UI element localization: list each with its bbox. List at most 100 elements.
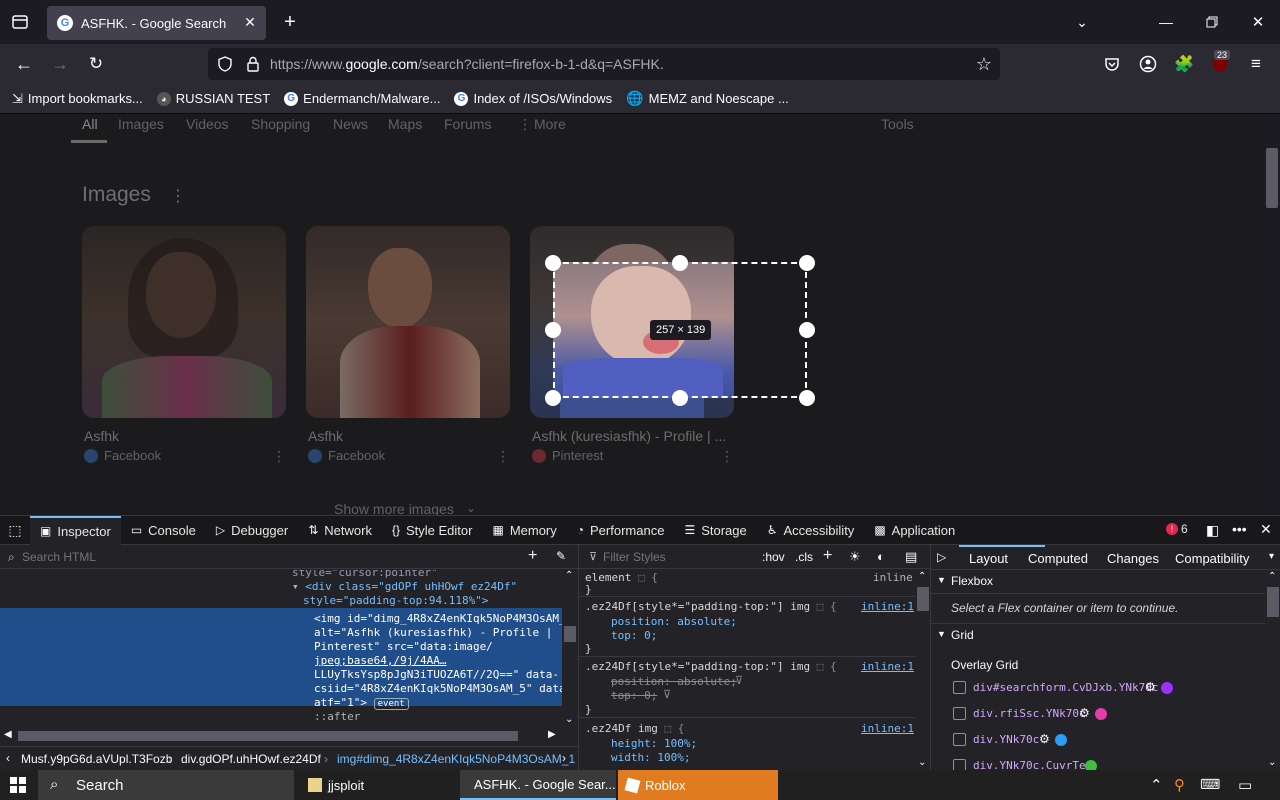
keyboard-icon[interactable]: ⌨ — [1200, 776, 1220, 793]
image-result-source[interactable]: Facebook — [328, 448, 385, 463]
devtools-tab-application[interactable]: ▩ Application — [864, 516, 965, 545]
collapse-icon[interactable]: ▼ — [937, 575, 946, 585]
google-tab-more[interactable]: More — [534, 116, 566, 132]
lock-icon[interactable] — [244, 55, 262, 73]
google-tab-all[interactable]: All — [82, 116, 98, 132]
taskbar-item-firefox[interactable]: ASFHK. - Google Sear... — [460, 770, 616, 800]
scroll-left-icon[interactable]: ◀ — [4, 729, 12, 740]
resize-handle[interactable] — [799, 255, 815, 271]
show-hidden-icons-icon[interactable]: ⌃ — [1150, 776, 1163, 794]
grid-checkbox[interactable] — [953, 707, 966, 720]
image-result-title[interactable]: Asfhk — [308, 428, 343, 444]
restore-icon[interactable] — [1202, 12, 1222, 32]
devtools-tab-accessibility[interactable]: ♿ Accessibility — [757, 516, 865, 545]
collapse-icon[interactable]: ▼ — [937, 629, 946, 639]
devtools-tab-inspector[interactable]: ▣ Inspector — [30, 515, 121, 545]
breadcrumb-item-active[interactable]: img#dimg_4R8xZ4enKIqk5NoP4M3OsAM_1 — [337, 752, 575, 766]
resize-handle[interactable] — [545, 255, 561, 271]
light-theme-icon[interactable]: ☀ — [849, 549, 861, 565]
dark-theme-icon[interactable]: ◐ — [877, 549, 885, 564]
breadcrumb-right-icon[interactable]: › — [562, 751, 566, 765]
scroll-right-icon[interactable]: ▶ — [548, 729, 556, 740]
markup-line[interactable]: style="padding-top:94.118%"> — [303, 594, 488, 607]
devtools-tab-storage[interactable]: ☰ Storage — [674, 516, 756, 545]
rule-source-link[interactable]: inline:1 — [861, 722, 914, 735]
image-result-source[interactable]: Facebook — [104, 448, 161, 463]
rule-source-link[interactable]: inline:1 — [861, 660, 914, 673]
google-tab-videos[interactable]: Videos — [186, 116, 229, 132]
breadcrumb-item[interactable]: Musf.y9pG6d.aVUpl.T3Fozb — [21, 752, 172, 766]
image-result-2[interactable] — [306, 226, 510, 418]
rule-declaration[interactable]: width: 100%; — [611, 751, 690, 764]
url-bar[interactable]: https://www.google.com/search?client=fir… — [208, 48, 1000, 80]
toggle-pane-icon[interactable]: ▷ — [937, 550, 946, 564]
show-more-images[interactable]: Show more images — [334, 501, 454, 515]
url-text[interactable]: https://www.google.com/search?client=fir… — [270, 56, 664, 72]
list-tabs-icon[interactable]: ⌄ — [1072, 12, 1092, 32]
resize-handle[interactable] — [672, 255, 688, 271]
selected-node[interactable]: <img id="dimg_4R8xZ4enKIqk5NoP4M3OsAM_1"… — [0, 608, 562, 710]
resize-handle[interactable] — [545, 390, 561, 406]
chevron-down-icon[interactable]: ▾ — [1269, 551, 1274, 562]
tab-overview-icon[interactable] — [10, 12, 30, 32]
reload-icon[interactable]: ↻ — [86, 54, 106, 74]
devtools-tab-network[interactable]: ⇅ Network — [298, 516, 382, 545]
resize-handle[interactable] — [545, 322, 561, 338]
close-window-icon[interactable]: ✕ — [1248, 12, 1268, 32]
google-tab-maps[interactable]: Maps — [388, 116, 422, 132]
resize-handle[interactable] — [672, 390, 688, 406]
scroll-down-icon[interactable]: ⌄ — [1268, 757, 1276, 768]
scrollbar-thumb[interactable] — [917, 587, 929, 611]
search-app-icon[interactable]: ⚲ — [1174, 776, 1185, 794]
taskbar-item-roblox[interactable]: Roblox — [618, 770, 778, 800]
dock-icon[interactable]: ◧ — [1206, 522, 1219, 539]
gear-icon[interactable]: ⚙ — [1145, 680, 1156, 694]
tab-compatibility[interactable]: Compatibility — [1175, 551, 1249, 566]
new-tab-button[interactable]: + — [280, 10, 300, 34]
bookmark-import[interactable]: ⇲ Import bookmarks... — [12, 91, 143, 107]
google-tools[interactable]: Tools — [881, 116, 914, 132]
result-menu-icon[interactable]: ⋮ — [720, 448, 734, 465]
close-devtools-icon[interactable]: ✕ — [1260, 521, 1272, 538]
result-menu-icon[interactable]: ⋮ — [496, 448, 510, 465]
rule-declaration[interactable]: height: 100%; — [611, 737, 697, 750]
rule-declaration[interactable]: top: 0; — [611, 629, 657, 642]
section-menu-icon[interactable]: ⋮ — [170, 186, 186, 206]
menu-icon[interactable]: ≡ — [1246, 54, 1266, 74]
google-tab-shopping[interactable]: Shopping — [251, 116, 310, 132]
print-media-icon[interactable]: ▤ — [905, 549, 917, 565]
image-result-title[interactable]: Asfhk — [84, 428, 119, 444]
filter-icon[interactable]: ⊽ — [663, 688, 671, 701]
forward-icon[interactable]: → — [50, 54, 70, 74]
tab-changes[interactable]: Changes — [1107, 551, 1159, 566]
breadcrumb-left-icon[interactable]: ‹ — [6, 751, 10, 765]
breadcrumb-item[interactable]: div.gdOPf.uhHOwf.ez24Df — [181, 752, 321, 766]
rule-declaration-overridden[interactable]: top: 0; — [611, 689, 657, 702]
devtools-tab-console[interactable]: ▭ Console — [121, 516, 206, 545]
devtools-tab-style-editor[interactable]: {} Style Editor — [382, 516, 483, 545]
scrollbar-thumb[interactable] — [1266, 148, 1278, 208]
notifications-icon[interactable]: ▭ — [1238, 776, 1252, 794]
scroll-up-icon[interactable]: ⌃ — [918, 571, 926, 582]
cls-toggle[interactable]: .cls — [795, 550, 813, 564]
page-scrollbar[interactable] — [1264, 114, 1280, 515]
markup-scrollbar[interactable]: ⌃ ⌄ — [562, 570, 578, 728]
grid-color-swatch[interactable] — [1161, 682, 1173, 694]
event-badge[interactable]: event — [373, 698, 409, 710]
bookmark-russian-test[interactable]: ◕ RUSSIAN TEST — [156, 91, 270, 106]
filter-icon[interactable]: ⊽ — [735, 674, 743, 687]
eyedropper-icon[interactable]: ✎ — [556, 549, 566, 563]
bookmark-star-icon[interactable]: ☆ — [974, 54, 994, 74]
browser-tab[interactable]: G ASFHK. - Google Search ✕ — [47, 6, 266, 40]
rule-declaration-overridden[interactable]: position: absolute; — [611, 675, 737, 688]
scrollbar-thumb[interactable] — [1267, 587, 1279, 617]
error-count[interactable]: 6 — [1181, 522, 1188, 536]
scrollbar-thumb[interactable] — [564, 626, 576, 642]
gear-icon[interactable]: ⚙ — [1079, 706, 1090, 720]
google-tab-forums[interactable]: Forums — [444, 116, 491, 132]
image-result-source[interactable]: Pinterest — [552, 448, 603, 463]
minimize-icon[interactable]: — — [1156, 12, 1176, 32]
markup-hscrollbar[interactable]: ◀ ▶ — [0, 728, 562, 744]
scroll-down-icon[interactable]: ⌄ — [918, 757, 926, 768]
pocket-icon[interactable] — [1102, 54, 1122, 74]
